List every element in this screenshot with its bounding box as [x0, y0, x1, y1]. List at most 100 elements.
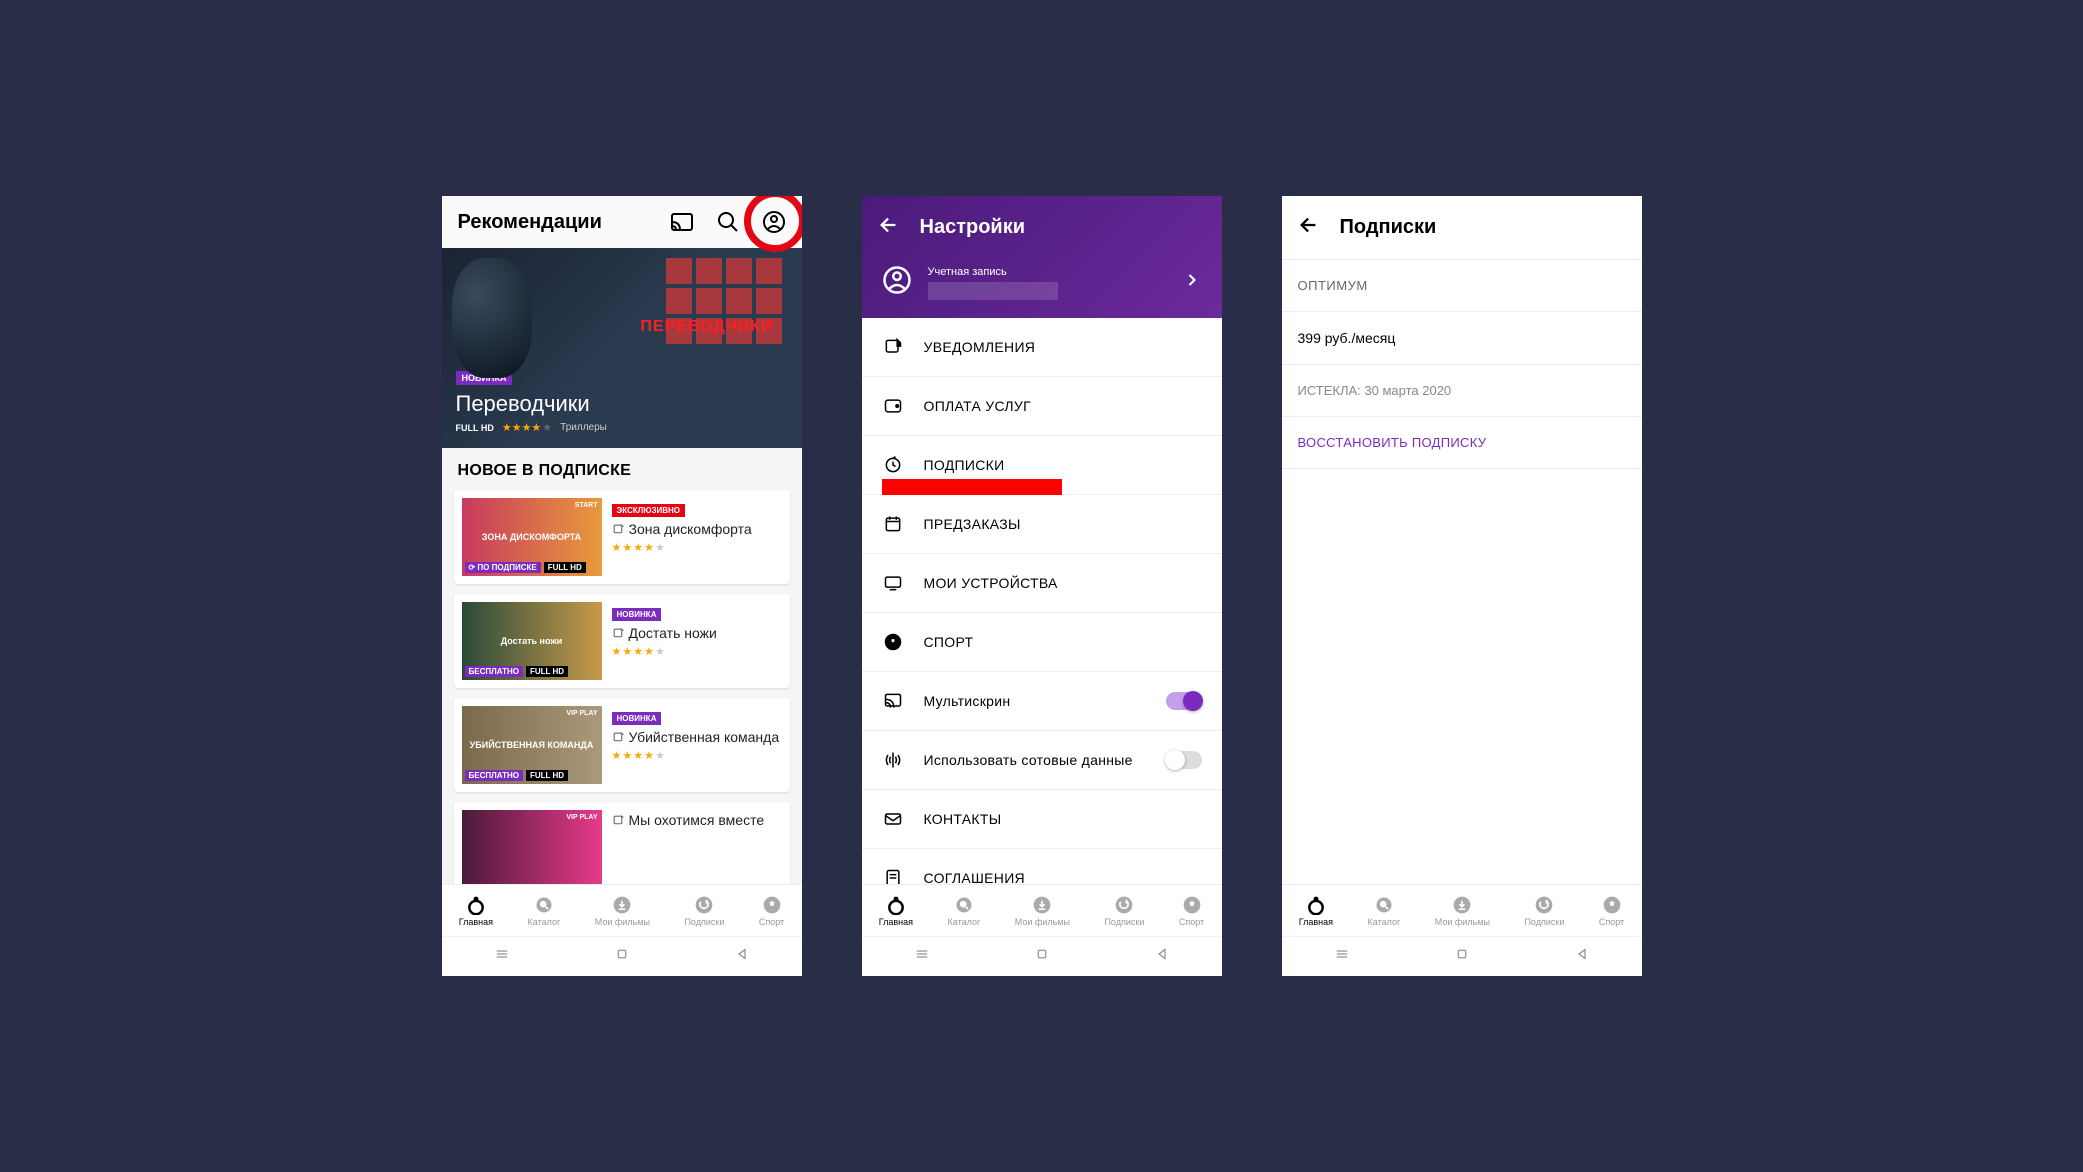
nav-download[interactable]: Мои фильмы: [595, 895, 650, 927]
toggle-label: Мультискрин: [924, 693, 1011, 709]
back-button[interactable]: [878, 214, 900, 241]
toggle-switch[interactable]: [1166, 751, 1202, 769]
nav-label: Спорт: [1179, 917, 1204, 927]
nav-label: Мои фильмы: [1435, 917, 1490, 927]
nav-home[interactable]: Главная: [459, 895, 493, 927]
recent-apps-button[interactable]: [913, 945, 931, 968]
card-list: ЗОНА ДИСКОМФОРТА START ⟳ ПО ПОДПИСКЕFULL…: [442, 490, 802, 896]
hero-title: Переводчики: [456, 391, 788, 417]
nav-label: Главная: [1299, 917, 1333, 927]
settings-item-bell[interactable]: УВЕДОМЛЕНИЯ: [862, 318, 1222, 377]
bottom-nav: Главная Каталог Мои фильмы Подписки Спор…: [862, 884, 1222, 936]
card-title: Зона дискомфорта: [612, 521, 782, 537]
nav-refresh-circle[interactable]: Подписки: [684, 895, 724, 927]
nav-label: Спорт: [759, 917, 784, 927]
wallet-icon: [882, 395, 904, 417]
restore-subscription-button[interactable]: ВОССТАНОВИТЬ ПОДПИСКУ: [1282, 417, 1642, 469]
card-rating: ★★★★★: [612, 541, 782, 554]
settings-item-label: МОИ УСТРОЙСТВА: [924, 575, 1058, 591]
nav-label: Спорт: [1599, 917, 1624, 927]
system-bar: [1282, 936, 1642, 976]
content-card[interactable]: УБИЙСТВЕННАЯ КОМАНДА VIP PLAY БЕСПЛАТНОF…: [454, 698, 790, 792]
nav-search-circle[interactable]: Каталог: [948, 895, 981, 927]
nav-soccer[interactable]: Спорт: [759, 895, 784, 927]
nav-download[interactable]: Мои фильмы: [1015, 895, 1070, 927]
back-button-sys[interactable]: [1153, 945, 1171, 968]
highlight-ring: [744, 196, 802, 252]
system-bar: [862, 936, 1222, 976]
home-button[interactable]: [613, 945, 631, 968]
hero-fullhd: FULL HD: [456, 423, 494, 433]
subs-title: Подписки: [1340, 216, 1437, 239]
subs-header: Подписки: [1282, 196, 1642, 260]
card-badge: ЭКСКЛЮЗИВНО: [612, 504, 686, 517]
back-button-sys[interactable]: [1573, 945, 1591, 968]
bell-icon: [882, 336, 904, 358]
account-row[interactable]: Учетная запись: [878, 265, 1206, 300]
nav-label: Подписки: [1104, 917, 1144, 927]
back-button-sys[interactable]: [733, 945, 751, 968]
settings-toggle-antenna: Использовать сотовые данные: [862, 731, 1222, 790]
antenna-icon: [882, 749, 904, 771]
account-label: Учетная запись: [928, 266, 1166, 278]
nav-refresh-circle[interactable]: Подписки: [1104, 895, 1144, 927]
hero-brand: ПЕРЕВОДЧИКИ: [640, 318, 773, 336]
system-bar: [442, 936, 802, 976]
back-button[interactable]: [1298, 214, 1320, 241]
settings-item-mail[interactable]: КОНТАКТЫ: [862, 790, 1222, 849]
settings-toggle-cast: Мультискрин: [862, 672, 1222, 731]
recent-apps-button[interactable]: [1333, 945, 1351, 968]
cast-icon: [882, 690, 904, 712]
screen-subscriptions: Подписки ОПТИМУМ 399 руб./месяц ИСТЕКЛА:…: [1282, 196, 1642, 976]
settings-item-refresh[interactable]: ПОДПИСКИ: [862, 436, 1222, 495]
hero-genre: Триллеры: [560, 422, 607, 433]
settings-item-label: УВЕДОМЛЕНИЯ: [924, 339, 1036, 355]
mail-icon: [882, 808, 904, 830]
hero-rating: ★★★★★: [502, 421, 552, 434]
section-title: НОВОЕ В ПОДПИСКЕ: [442, 448, 802, 490]
nav-download[interactable]: Мои фильмы: [1435, 895, 1490, 927]
nav-label: Подписки: [1524, 917, 1564, 927]
settings-item-soccer[interactable]: СПОРТ: [862, 613, 1222, 672]
settings-header: Настройки Учетная запись: [862, 196, 1222, 318]
nav-label: Главная: [459, 917, 493, 927]
recent-apps-button[interactable]: [493, 945, 511, 968]
refresh-icon: [882, 454, 904, 476]
nav-refresh-circle[interactable]: Подписки: [1524, 895, 1564, 927]
cast-icon[interactable]: [670, 210, 694, 234]
nav-label: Мои фильмы: [595, 917, 650, 927]
search-icon[interactable]: [716, 210, 740, 234]
screen-recommendations: Рекомендации ПЕРЕВОДЧИКИ НОВИНКА Перевод…: [442, 196, 802, 976]
card-title: Достать ножи: [612, 625, 782, 641]
content-card[interactable]: ЗОНА ДИСКОМФОРТА START ⟳ ПО ПОДПИСКЕFULL…: [454, 490, 790, 584]
home-button[interactable]: [1033, 945, 1051, 968]
nav-home[interactable]: Главная: [1299, 895, 1333, 927]
card-title: Убийственная команда: [612, 729, 782, 745]
nav-label: Каталог: [528, 917, 561, 927]
nav-soccer[interactable]: Спорт: [1599, 895, 1624, 927]
screen-settings: Настройки Учетная запись УВЕДОМЛЕНИЯ ОПЛ…: [862, 196, 1222, 976]
nav-search-circle[interactable]: Каталог: [528, 895, 561, 927]
hero-banner[interactable]: ПЕРЕВОДЧИКИ НОВИНКА Переводчики FULL HD …: [442, 248, 802, 448]
subscription-expired: ИСТЕКЛА: 30 марта 2020: [1282, 365, 1642, 417]
settings-item-label: ПРЕДЗАКАЗЫ: [924, 516, 1021, 532]
settings-item-label: ПОДПИСКИ: [924, 457, 1005, 473]
settings-item-label: ОПЛАТА УСЛУГ: [924, 398, 1032, 414]
subscription-price: 399 руб./месяц: [1282, 312, 1642, 365]
settings-item-wallet[interactable]: ОПЛАТА УСЛУГ: [862, 377, 1222, 436]
nav-search-circle[interactable]: Каталог: [1368, 895, 1401, 927]
settings-item-label: КОНТАКТЫ: [924, 811, 1002, 827]
nav-soccer[interactable]: Спорт: [1179, 895, 1204, 927]
chevron-right-icon: [1182, 270, 1202, 295]
nav-home[interactable]: Главная: [879, 895, 913, 927]
calendar-icon: [882, 513, 904, 535]
soccer-icon: [882, 631, 904, 653]
toggle-label: Использовать сотовые данные: [924, 752, 1133, 768]
settings-item-monitor[interactable]: МОИ УСТРОЙСТВА: [862, 554, 1222, 613]
settings-item-calendar[interactable]: ПРЕДЗАКАЗЫ: [862, 495, 1222, 554]
content-card[interactable]: VIP PLAY Мы охотимся вместе: [454, 802, 790, 896]
toggle-switch[interactable]: [1166, 692, 1202, 710]
profile-icon: [882, 265, 912, 300]
home-button[interactable]: [1453, 945, 1471, 968]
content-card[interactable]: Достать ножи БЕСПЛАТНОFULL HD НОВИНКА До…: [454, 594, 790, 688]
